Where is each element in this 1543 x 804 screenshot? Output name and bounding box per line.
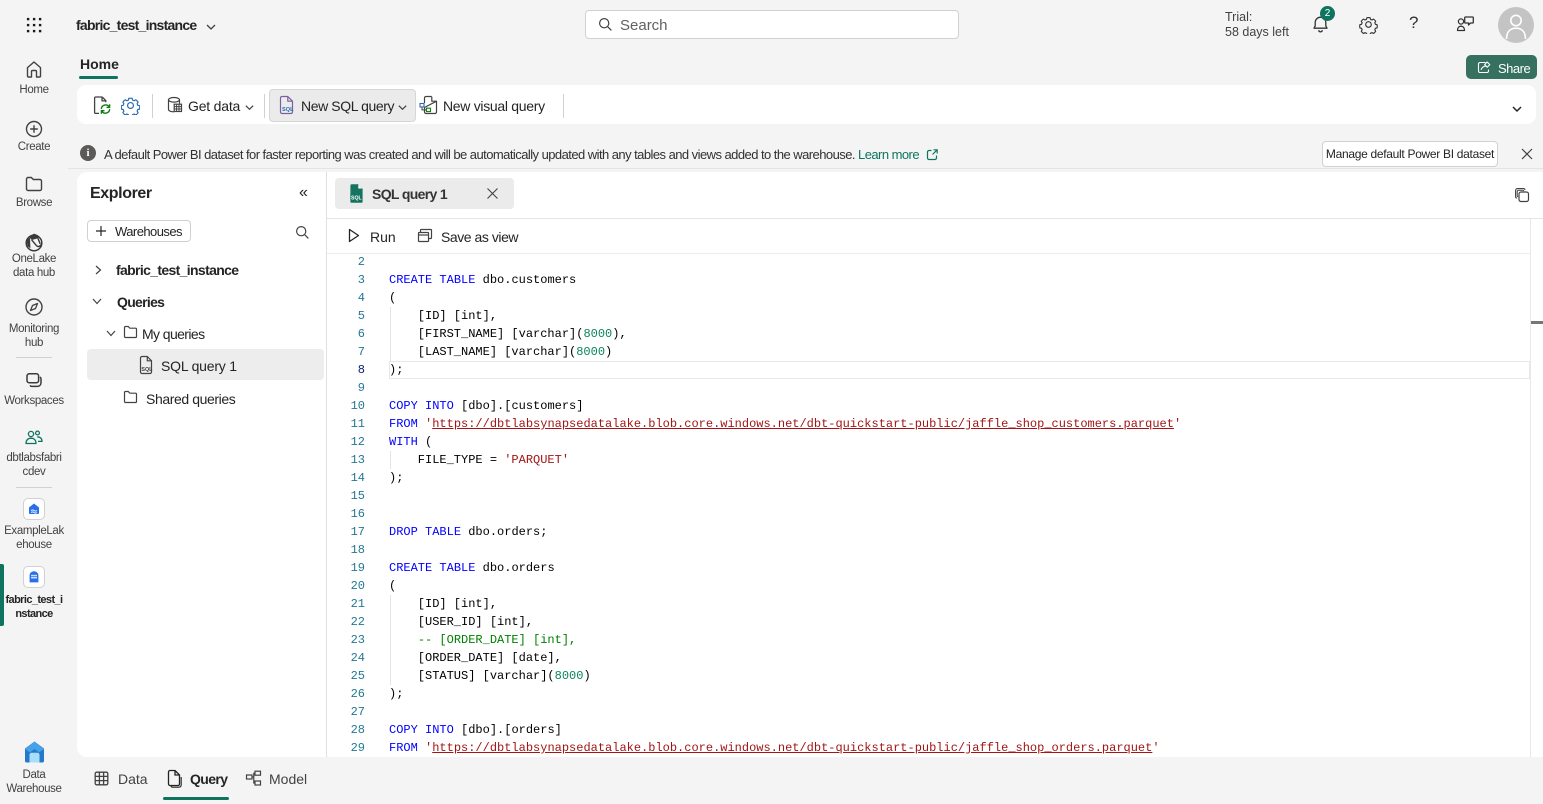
svg-text:SQL: SQL (141, 367, 153, 373)
svg-text:SQL: SQL (282, 107, 294, 113)
svg-text:SQL: SQL (351, 195, 362, 201)
